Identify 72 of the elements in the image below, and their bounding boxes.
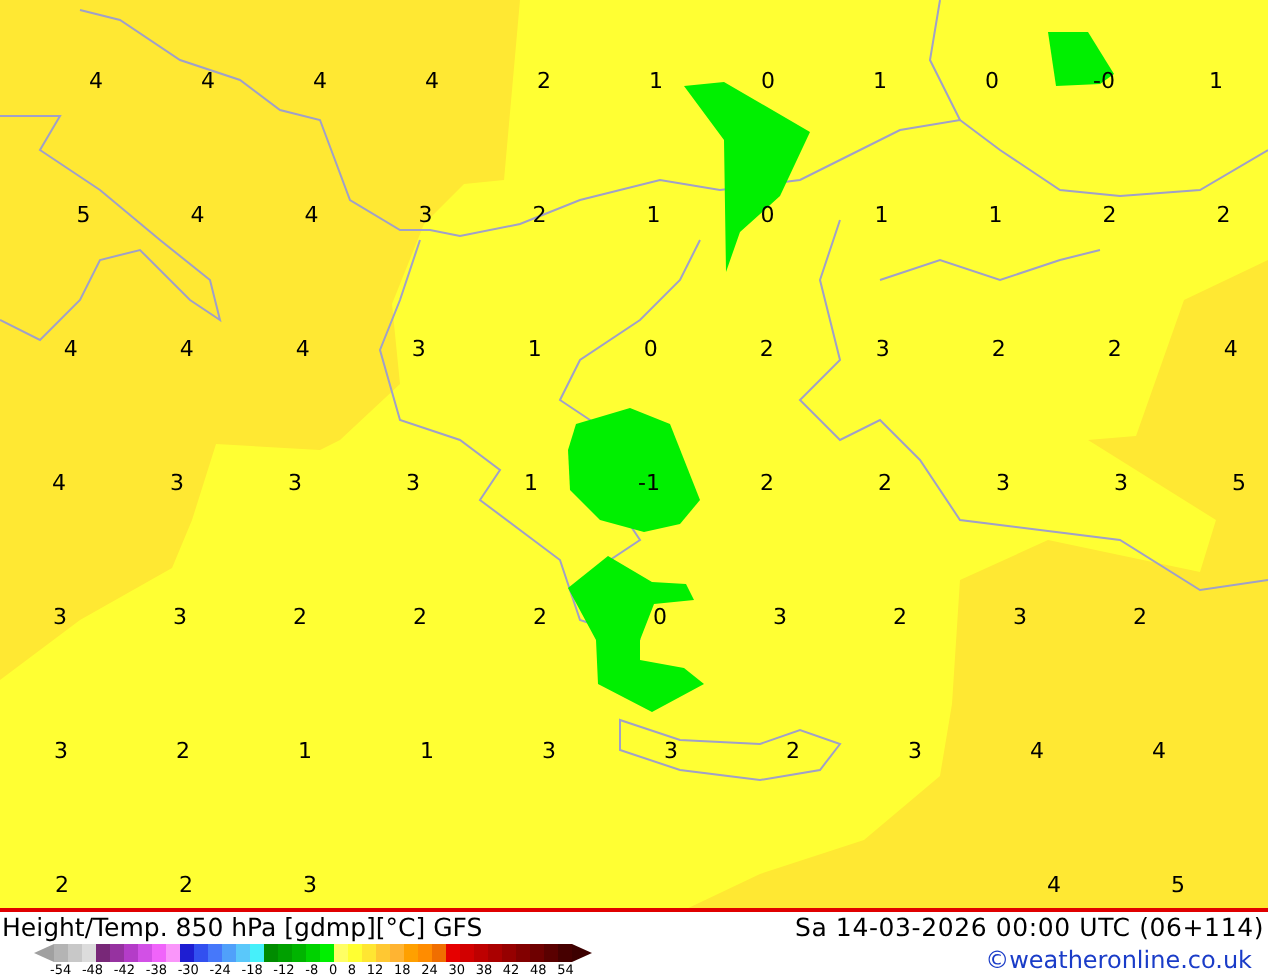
temperature-value: 3 xyxy=(53,602,67,632)
temperature-value: 2 xyxy=(533,602,547,632)
temperature-value: 2 xyxy=(537,66,551,96)
temperature-value: 3 xyxy=(875,334,890,364)
temperature-value: 3 xyxy=(664,736,678,766)
temperature-value: 3 xyxy=(1013,602,1027,632)
temperature-value: 2 xyxy=(760,468,774,498)
cold-area xyxy=(1048,32,1114,86)
temperature-value: 0 xyxy=(761,66,775,96)
temperature-value: 4 xyxy=(89,66,103,96)
temperature-value: 4 xyxy=(295,334,310,364)
temperature-value: 4 xyxy=(425,66,439,96)
temperature-value: 0 xyxy=(643,334,658,364)
forecast-datetime: Sa 14-03-2026 00:00 UTC (06+114) xyxy=(794,912,1266,942)
temperature-value: 3 xyxy=(288,468,302,498)
temperature-value: 4 xyxy=(304,200,319,230)
temperature-value: 0 xyxy=(653,602,667,632)
temperature-value: 4 xyxy=(1223,334,1238,364)
temperature-value: 1 xyxy=(646,200,661,230)
temperature-value: 5 xyxy=(1232,468,1246,498)
temperature-value: 1 xyxy=(524,468,538,498)
temperature-value: 4 xyxy=(190,200,205,230)
temperature-value: 3 xyxy=(996,468,1010,498)
temperature-value: 5 xyxy=(1171,870,1185,900)
temperature-value: 4 xyxy=(63,334,78,364)
temperature-value: 1 xyxy=(874,200,889,230)
temperature-value: 3 xyxy=(542,736,556,766)
temperature-value: 1 xyxy=(1209,66,1223,96)
temperature-value: 2 xyxy=(878,468,892,498)
temperature-value: 3 xyxy=(418,200,433,230)
temperature-value: 1 xyxy=(420,736,434,766)
temperature-value: 3 xyxy=(908,736,922,766)
temperature-value: 1 xyxy=(298,736,312,766)
temperature-value: 2 xyxy=(293,602,307,632)
temperature-value: 0 xyxy=(760,200,775,230)
temperature-value: 1 xyxy=(873,66,887,96)
temperature-value: 2 xyxy=(55,870,69,900)
temperature-value: 2 xyxy=(1133,602,1147,632)
temperature-value: 2 xyxy=(759,334,774,364)
cold-area xyxy=(568,408,700,532)
temperature-value: 2 xyxy=(893,602,907,632)
temperature-value: 2 xyxy=(1107,334,1122,364)
temperature-value: 0 xyxy=(985,66,999,96)
temperature-value: 3 xyxy=(303,870,317,900)
temperature-value: 2 xyxy=(413,602,427,632)
temperature-value: 5 xyxy=(76,200,91,230)
temperature-value: 2 xyxy=(1216,200,1231,230)
temperature-value: 3 xyxy=(1114,468,1128,498)
temperature-value: 2 xyxy=(991,334,1006,364)
temperature-value: 3 xyxy=(170,468,184,498)
temperature-value: 3 xyxy=(54,736,68,766)
temperature-value: 3 xyxy=(411,334,426,364)
temperature-value: 4 xyxy=(52,468,66,498)
temperature-value: 1 xyxy=(988,200,1003,230)
temperature-value: 2 xyxy=(1102,200,1117,230)
map-title: Height/Temp. 850 hPa [gdmp][°C] GFS xyxy=(0,912,483,942)
temperature-value: 2 xyxy=(786,736,800,766)
temperature-value: 3 xyxy=(173,602,187,632)
temperature-value: 4 xyxy=(1047,870,1061,900)
temperature-value: 4 xyxy=(1030,736,1044,766)
temperature-value: 4 xyxy=(179,334,194,364)
temperature-value: 4 xyxy=(1152,736,1166,766)
credit-link[interactable]: ©weatheronline.co.uk xyxy=(985,946,1268,974)
temperature-value: 1 xyxy=(527,334,542,364)
temperature-value: 2 xyxy=(176,736,190,766)
temperature-value: 4 xyxy=(313,66,327,96)
temperature-value: 3 xyxy=(406,468,420,498)
temperature-value: -1 xyxy=(638,468,660,498)
temperature-value: 4 xyxy=(201,66,215,96)
temperature-value: 3 xyxy=(773,602,787,632)
temperature-value: 2 xyxy=(179,870,193,900)
temperature-value: 1 xyxy=(649,66,663,96)
